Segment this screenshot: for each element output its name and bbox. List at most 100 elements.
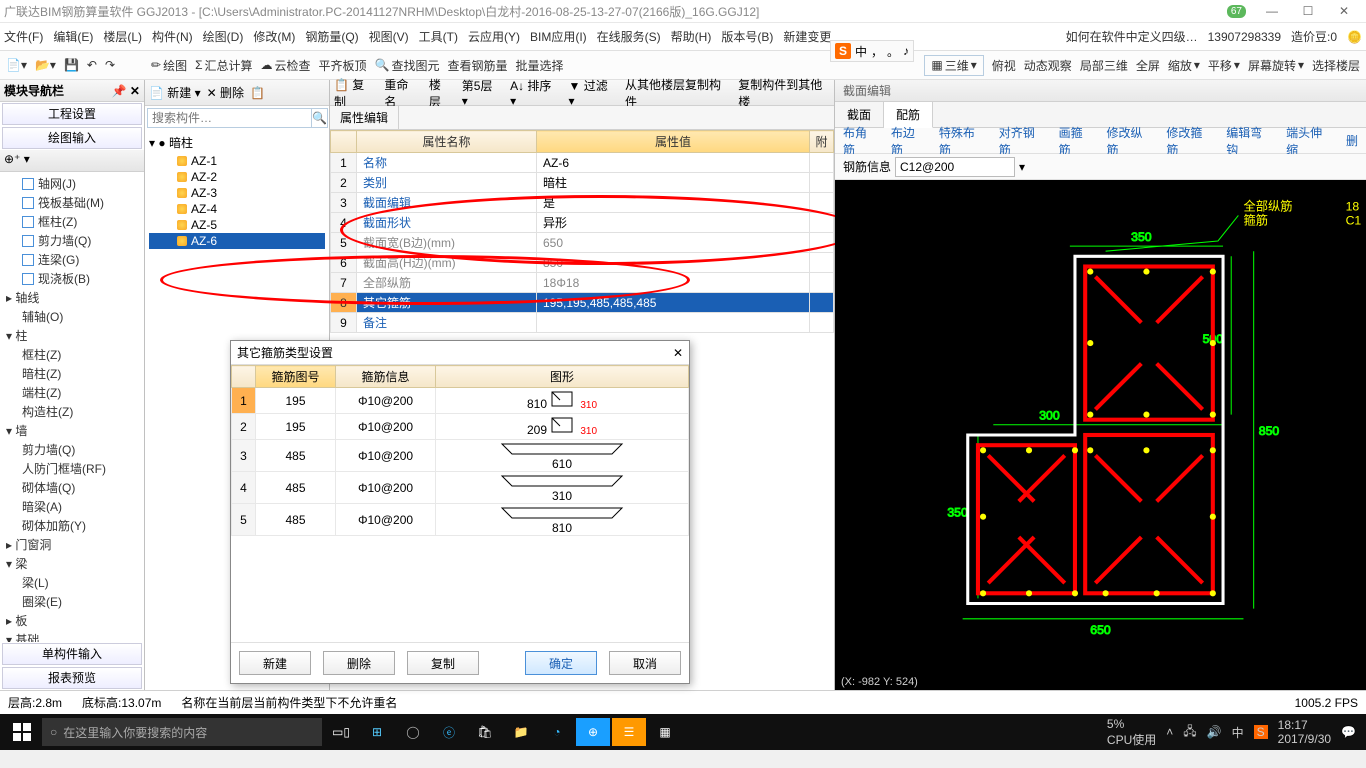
tray-ime-icon[interactable]: 中 — [1232, 724, 1244, 741]
start-button[interactable] — [4, 718, 40, 746]
rebar-info-input[interactable] — [895, 157, 1015, 177]
edge-bar-button[interactable]: 布边筋 — [891, 124, 927, 158]
select-floor-button[interactable]: 选择楼层 — [1312, 57, 1360, 74]
close-button[interactable]: ✕ — [1326, 4, 1362, 18]
nav-single-input[interactable]: 单构件输入 — [2, 643, 142, 665]
zoom-button[interactable]: 缩放 ▾ — [1168, 57, 1200, 74]
menu-floor[interactable]: 楼层(L) — [103, 28, 142, 45]
modify-stirrup-button[interactable]: 修改箍筋 — [1166, 124, 1214, 158]
nav-project-settings[interactable]: 工程设置 — [2, 103, 142, 125]
prop-tab-edit[interactable]: 属性编辑 — [330, 106, 399, 129]
menu-edit[interactable]: 编辑(E) — [53, 28, 93, 45]
dialog-grid[interactable]: 箍筋图号箍筋信息图形 1195Φ10@200810 310 2195Φ10@20… — [231, 365, 689, 642]
special-bar-button[interactable]: 特殊布筋 — [939, 124, 987, 158]
corner-bar-button[interactable]: 布角筋 — [843, 124, 879, 158]
tray-sogou-icon[interactable]: S — [1254, 725, 1268, 739]
nav-tree[interactable]: 轴网(J) 筏板基础(M) 框柱(Z) 剪力墙(Q) 连梁(G) 现浇板(B) … — [0, 172, 144, 642]
task-view-icon[interactable]: ▭▯ — [324, 718, 358, 746]
copy-from-floor-button[interactable]: 从其他楼层复制构件 — [625, 76, 728, 110]
nav-report-preview[interactable]: 报表预览 — [2, 667, 142, 689]
tree-copy-button[interactable]: 📋 — [250, 86, 265, 100]
search-icon[interactable]: 🔍 — [312, 108, 328, 128]
task-app-6[interactable]: ▦ — [648, 718, 682, 746]
tray-net-icon[interactable]: 🖧 — [1183, 722, 1196, 743]
help-tip-link[interactable]: 如何在软件中定义四级… — [1066, 28, 1198, 45]
local-3d-button[interactable]: 局部三维 — [1080, 57, 1128, 74]
sort-button[interactable]: A↓ 排序 ▾ — [510, 77, 558, 108]
orbit-button[interactable]: 动态观察 — [1024, 57, 1072, 74]
tray-clock[interactable]: 18:172017/9/30 — [1278, 718, 1331, 746]
nav-draw-input[interactable]: 绘图输入 — [2, 127, 142, 149]
save-icon[interactable]: 💾 — [64, 58, 79, 72]
maximize-button[interactable]: ☐ — [1290, 4, 1326, 18]
delete-button[interactable]: 删 — [1346, 132, 1358, 149]
tree-delete-button[interactable]: ✕ 删除 — [207, 84, 244, 101]
menu-bim[interactable]: BIM应用(I) — [530, 28, 587, 45]
notification-badge[interactable]: 67 — [1227, 5, 1246, 18]
undo-icon[interactable]: ↶ — [87, 58, 97, 72]
cloud-check-button[interactable]: ☁ 云检查 — [261, 57, 311, 74]
taskbar-search[interactable]: ○ 在这里输入你要搜索的内容 — [42, 718, 322, 746]
task-app-2[interactable]: ◯ — [396, 718, 430, 746]
copy-to-floor-button[interactable]: 复制构件到其他楼 — [738, 76, 830, 110]
user-phone[interactable]: 13907298339 — [1208, 30, 1281, 44]
menu-online[interactable]: 在线服务(S) — [597, 28, 661, 45]
draw-stirrup-button[interactable]: 画箍筋 — [1059, 124, 1095, 158]
menu-help[interactable]: 帮助(H) — [671, 28, 712, 45]
dialog-copy-button[interactable]: 复制 — [407, 651, 479, 675]
menu-modify[interactable]: 修改(M) — [253, 28, 295, 45]
new-change-link[interactable]: 新建变更 — [783, 28, 831, 45]
menu-view[interactable]: 视图(V) — [369, 28, 409, 45]
dialog-ok-button[interactable]: 确定 — [525, 651, 597, 675]
pin-icon[interactable]: 📌 ✕ — [112, 84, 140, 98]
menu-draw[interactable]: 绘图(D) — [203, 28, 244, 45]
rotate-screen-button[interactable]: 屏幕旋转 ▾ — [1248, 57, 1304, 74]
copy-button[interactable]: 📋 复制 — [334, 76, 374, 110]
task-app-5[interactable]: ☰ — [612, 718, 646, 746]
pan-button[interactable]: 平移 ▾ — [1208, 57, 1240, 74]
section-canvas[interactable]: 全部纵筋 箍筋 18 C1 350 300 650 850 500 350 — [835, 180, 1366, 690]
new-file-icon[interactable]: 📄▾ — [6, 58, 27, 72]
find-element-button[interactable]: 🔍 查找图元 — [375, 57, 440, 74]
tree-new-button[interactable]: 📄 新建 ▾ — [149, 84, 201, 101]
top-view-button[interactable]: 俯视 — [992, 57, 1016, 74]
task-folder-icon[interactable]: 📁 — [504, 718, 538, 746]
end-extend-button[interactable]: 端头伸缩 — [1286, 124, 1334, 158]
dialog-close-icon[interactable]: ✕ — [673, 346, 683, 360]
floor-select[interactable]: 第5层 ▾ — [462, 77, 500, 108]
task-app-4[interactable]: ⊕ — [576, 718, 610, 746]
menu-file[interactable]: 文件(F) — [4, 28, 43, 45]
tray-up-icon[interactable]: ˄ — [1166, 725, 1173, 739]
rename-button[interactable]: 重命名 — [384, 76, 418, 110]
task-app-3[interactable]: ◔ — [540, 718, 574, 746]
task-store-icon[interactable]: 🛍 — [468, 718, 502, 746]
view-rebar-button[interactable]: 查看钢筋量 — [448, 57, 508, 74]
menu-component[interactable]: 构件(N) — [152, 28, 193, 45]
dialog-cancel-button[interactable]: 取消 — [609, 651, 681, 675]
menu-rebar[interactable]: 钢筋量(Q) — [305, 28, 358, 45]
tray-vol-icon[interactable]: 🔊 — [1207, 725, 1222, 739]
menu-tools[interactable]: 工具(T) — [419, 28, 458, 45]
minimize-button[interactable]: — — [1254, 4, 1290, 18]
dropdown-icon[interactable]: ▾ — [1019, 160, 1025, 174]
task-app-1[interactable]: ⊞ — [360, 718, 394, 746]
align-slab-button[interactable]: 平齐板顶 — [319, 57, 367, 74]
menu-version[interactable]: 版本号(B) — [721, 28, 773, 45]
task-edge-icon[interactable]: ⓔ — [432, 718, 466, 746]
fullscreen-button[interactable]: 全屏 — [1136, 57, 1160, 74]
filter-button[interactable]: ▼ 过滤 ▾ — [569, 77, 615, 108]
align-bar-button[interactable]: 对齐钢筋 — [999, 124, 1047, 158]
batch-select-button[interactable]: 批量选择 — [516, 57, 564, 74]
view-3d-button[interactable]: ▦ 三维 ▾ — [924, 55, 983, 76]
redo-icon[interactable]: ↷ — [105, 58, 115, 72]
menu-cloud[interactable]: 云应用(Y) — [468, 28, 520, 45]
component-search-input[interactable] — [147, 108, 312, 128]
modify-long-button[interactable]: 修改纵筋 — [1106, 124, 1154, 158]
tray-notif-icon[interactable]: 💬 — [1341, 725, 1356, 739]
draw-button[interactable]: ✏ 绘图 — [151, 57, 187, 74]
edit-hook-button[interactable]: 编辑弯钩 — [1226, 124, 1274, 158]
dialog-delete-button[interactable]: 删除 — [323, 651, 395, 675]
dialog-new-button[interactable]: 新建 — [239, 651, 311, 675]
open-file-icon[interactable]: 📂▾ — [35, 58, 56, 72]
sum-button[interactable]: Σ 汇总计算 — [195, 57, 252, 74]
